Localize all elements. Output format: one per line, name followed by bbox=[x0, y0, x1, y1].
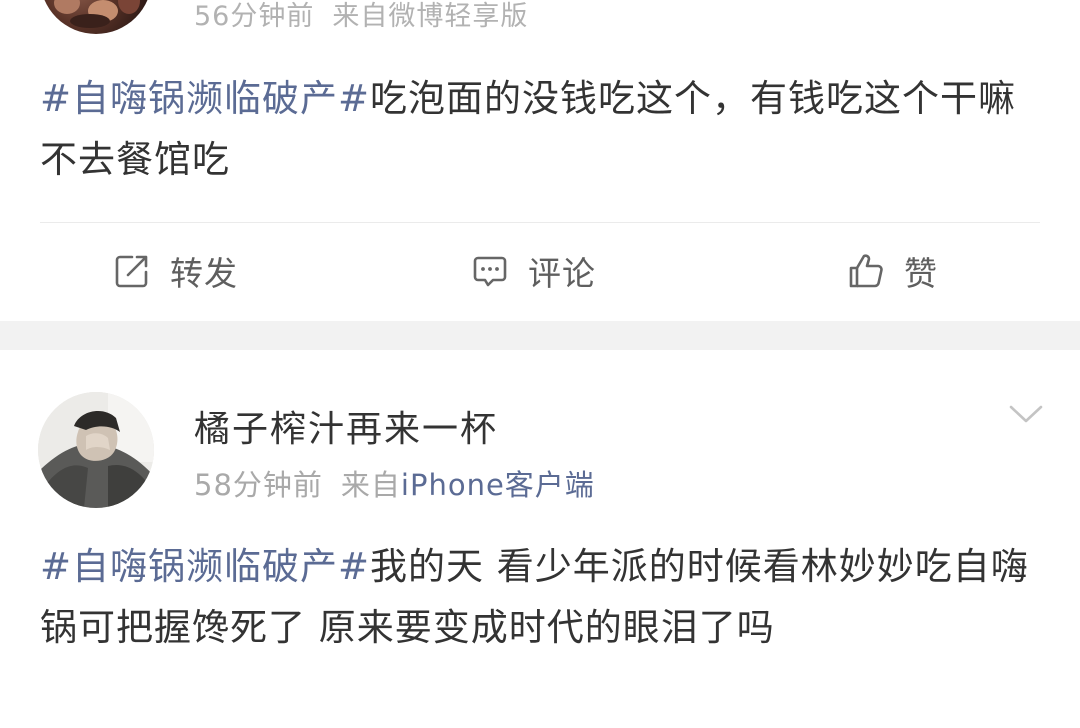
chevron-down-icon[interactable] bbox=[1006, 400, 1046, 428]
post-source-prefix: 来自 bbox=[340, 468, 401, 502]
post-content: #自嗨锅濒临破产#吃泡面的没钱吃这个，有钱吃这个干嘛不去餐馆吃 bbox=[40, 68, 1040, 190]
like-label: 赞 bbox=[904, 254, 938, 293]
user-avatar[interactable] bbox=[38, 392, 154, 508]
like-button[interactable]: 赞 bbox=[846, 232, 938, 310]
repost-button[interactable]: 转发 bbox=[112, 232, 238, 310]
divider bbox=[40, 222, 1040, 223]
post-content: #自嗨锅濒临破产#我的天 看少年派的时候看林妙妙吃自嗨锅可把握馋死了 原来要变成… bbox=[40, 536, 1040, 658]
post-source-client[interactable]: iPhone客户端 bbox=[401, 468, 595, 502]
post-meta: 56分钟前 来自微博轻享版 bbox=[194, 0, 528, 33]
weibo-feed: 56分钟前 来自微博轻享版 #自嗨锅濒临破产#吃泡面的没钱吃这个，有钱吃这个干嘛不… bbox=[0, 0, 1080, 728]
edit-share-icon bbox=[115, 255, 148, 288]
action-bar: 转发 评论 赞 bbox=[0, 232, 1080, 310]
post-source[interactable]: 来自微博轻享版 bbox=[332, 1, 528, 32]
feed-card-1: 56分钟前 来自微博轻享版 #自嗨锅濒临破产#吃泡面的没钱吃这个，有钱吃这个干嘛不… bbox=[0, 0, 1080, 321]
avatar-photo bbox=[38, 392, 154, 508]
card-separator bbox=[0, 321, 1080, 350]
user-avatar[interactable] bbox=[40, 0, 152, 34]
comment-label: 评论 bbox=[528, 254, 596, 293]
comment-bubble-icon bbox=[473, 256, 507, 287]
post-meta: 58分钟前 来自iPhone客户端 bbox=[194, 462, 595, 504]
topic-link[interactable]: #自嗨锅濒临破产# bbox=[40, 545, 370, 588]
topic-link[interactable]: #自嗨锅濒临破产# bbox=[40, 77, 370, 120]
comment-button[interactable]: 评论 bbox=[470, 232, 596, 310]
post-time: 58分钟前 bbox=[194, 468, 323, 502]
post-time: 56分钟前 bbox=[194, 1, 315, 32]
thumbs-up-icon bbox=[849, 254, 883, 288]
username[interactable]: 橘子榨汁再来一杯 bbox=[194, 400, 498, 452]
repost-label: 转发 bbox=[170, 254, 238, 293]
feed-card-2: 橘子榨汁再来一杯 58分钟前 来自iPhone客户端 #自嗨锅濒临破产#我的天 看… bbox=[0, 350, 1080, 728]
